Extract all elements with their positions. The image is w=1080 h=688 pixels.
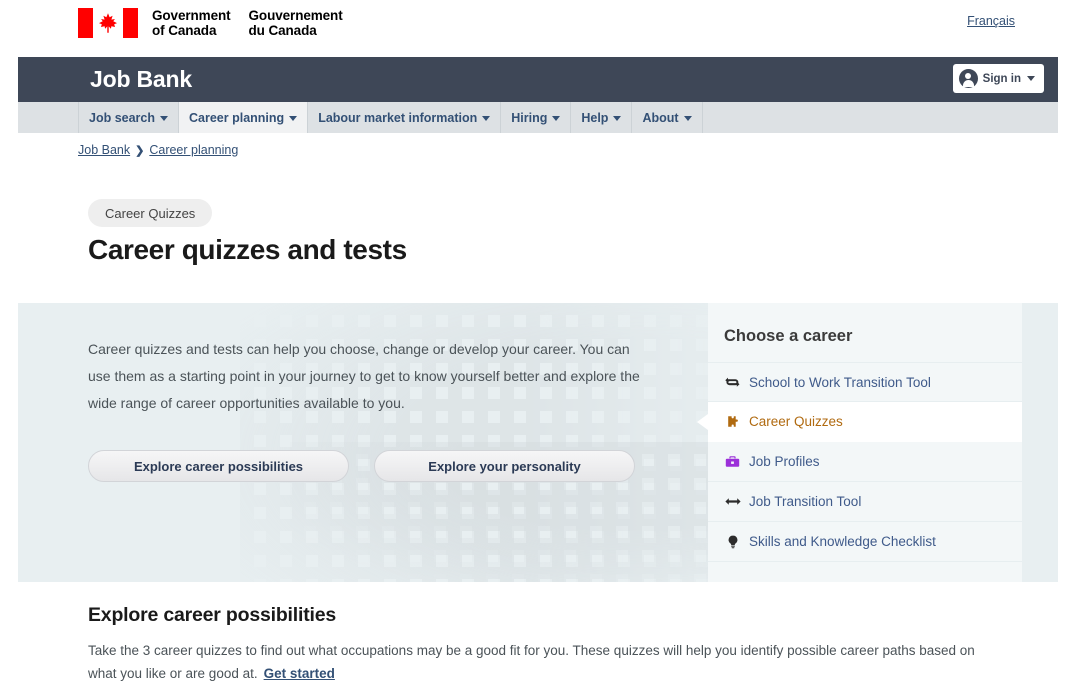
goc-wordmark-en: Government of Canada <box>152 8 231 38</box>
left-right-arrow-icon <box>724 496 741 507</box>
chevron-down-icon <box>1027 76 1035 81</box>
app-title: Job Bank <box>90 66 192 92</box>
section-heading: Explore career possibilities <box>88 604 337 626</box>
lightbulb-icon <box>724 535 741 549</box>
career-link-career-quizzes[interactable]: Career Quizzes <box>697 402 1022 442</box>
hero-description: Career quizzes and tests can help you ch… <box>88 341 640 411</box>
nav-item-about[interactable]: About <box>631 102 703 133</box>
choose-a-career-title: Choose a career <box>724 327 853 345</box>
nav-label: About <box>642 110 679 125</box>
page-category-badge: Career Quizzes <box>88 199 213 227</box>
breadcrumb: Job Bank ❯ Career planning <box>78 143 238 157</box>
sign-in-label: Sign in <box>982 72 1021 85</box>
choose-a-career-panel: Choose a career School to Work Transitio… <box>697 303 1022 582</box>
career-link-job-transition-tool[interactable]: Job Transition Tool <box>708 482 1022 522</box>
sign-in-button[interactable]: Sign in <box>952 64 1044 93</box>
nav-item-hiring[interactable]: Hiring <box>500 102 570 133</box>
nav-left-spacer <box>18 102 78 133</box>
career-link-label: School to Work Transition Tool <box>749 374 931 390</box>
nav-label: Hiring <box>511 110 548 125</box>
language-toggle-link[interactable]: Français <box>967 14 1015 28</box>
nav-item-labour-market-information[interactable]: Labour market information <box>307 102 500 133</box>
career-link-label: Skills and Knowledge Checklist <box>749 534 936 549</box>
explore-your-personality-button[interactable]: Explore your personality <box>374 450 635 482</box>
breadcrumb-separator-icon: ❯ <box>135 144 145 157</box>
main-navigation: Job search Career planning Labour market… <box>18 102 1058 133</box>
nav-item-career-planning[interactable]: Career planning <box>178 102 308 133</box>
nav-label: Career planning <box>189 110 285 125</box>
chevron-down-icon <box>160 116 169 121</box>
chevron-down-icon <box>683 116 692 121</box>
get-started-link[interactable]: Get started <box>264 666 335 681</box>
nav-label: Labour market information <box>318 110 478 125</box>
puzzle-piece-icon <box>724 415 741 429</box>
choose-a-career-list: School to Work Transition Tool Career Qu… <box>697 362 1022 562</box>
chevron-down-icon <box>552 116 561 121</box>
loop-arrows-icon <box>724 376 741 389</box>
explore-career-possibilities-button[interactable]: Explore career possibilities <box>88 450 349 482</box>
career-link-label: Job Transition Tool <box>749 494 862 509</box>
section-paragraph: Take the 3 career quizzes to find out wh… <box>88 643 975 681</box>
chevron-down-icon <box>482 116 491 121</box>
chevron-down-icon <box>289 116 298 121</box>
user-avatar-icon <box>958 69 978 88</box>
explore-career-possibilities-section: Explore career possibilities Take the 3 … <box>88 604 988 685</box>
government-of-canada-band: Government of Canada Gouvernement du Can… <box>0 0 1080 57</box>
nav-label: Help <box>581 110 609 125</box>
page-title: Career quizzes and tests <box>88 234 407 265</box>
goc-wordmark-fr: Gouvernement du Canada <box>248 8 343 38</box>
career-link-label: Job Profiles <box>749 454 820 469</box>
career-link-skills-and-knowledge-checklist[interactable]: Skills and Knowledge Checklist <box>708 522 1022 562</box>
chevron-down-icon <box>613 116 622 121</box>
career-link-label: Career Quizzes <box>749 414 843 429</box>
section-paragraph-wrapper: Take the 3 career quizzes to find out wh… <box>88 639 988 685</box>
hero-actions: Explore career possibilities Explore you… <box>88 450 635 482</box>
nav-item-job-search[interactable]: Job search <box>78 102 178 133</box>
breadcrumb-item-job-bank[interactable]: Job Bank <box>78 143 130 157</box>
goc-signature: Government of Canada Gouvernement du Can… <box>78 8 343 38</box>
nav-item-help[interactable]: Help <box>570 102 631 133</box>
breadcrumb-item-career-planning[interactable]: Career planning <box>149 143 238 157</box>
career-link-job-profiles[interactable]: Job Profiles <box>708 442 1022 482</box>
briefcase-icon <box>724 455 741 468</box>
nav-label: Job search <box>89 110 156 125</box>
canada-flag-icon <box>78 8 138 38</box>
career-link-school-to-work-transition-tool[interactable]: School to Work Transition Tool <box>708 362 1022 402</box>
app-header-bar: Job Bank Sign in <box>18 57 1058 102</box>
